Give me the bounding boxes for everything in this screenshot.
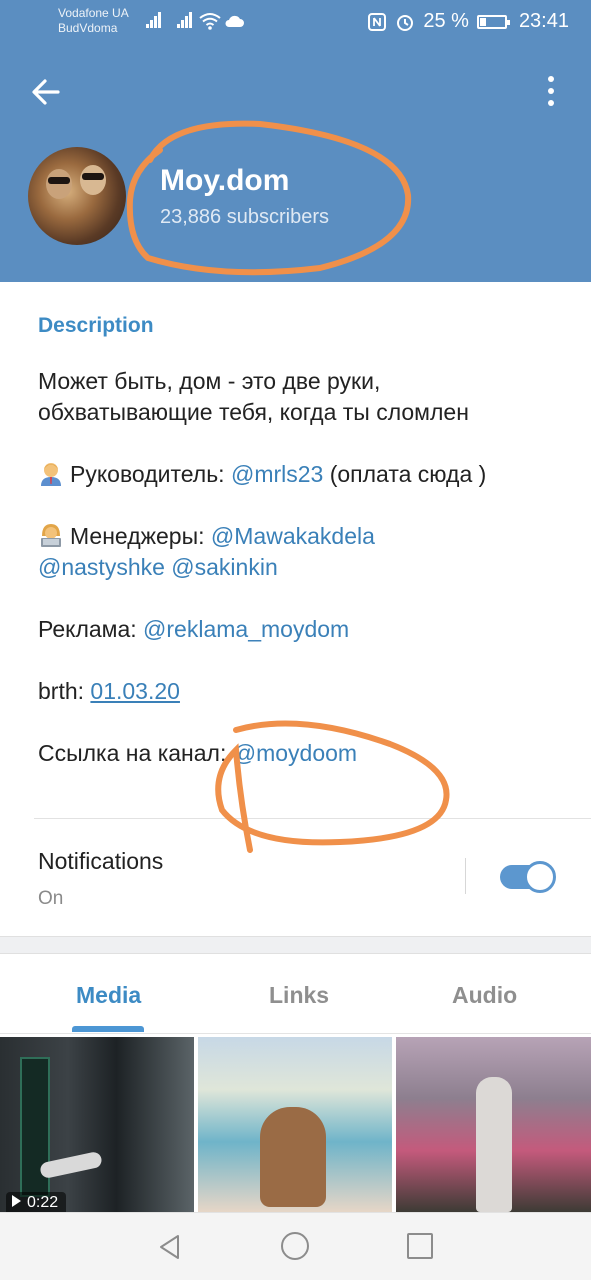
leader-tail: (оплата сюда ) [323, 461, 487, 487]
video-duration-text: 0:22 [27, 1194, 59, 1211]
managers-label: Менеджеры: [70, 523, 211, 549]
technologist-emoji-icon [38, 522, 64, 548]
channel-avatar[interactable] [28, 147, 126, 245]
notifications-title[interactable]: Notifications [38, 848, 163, 875]
cloud-icon [225, 15, 244, 27]
channel-title: Moy.dom [160, 164, 290, 197]
video-duration: 0:22 [6, 1192, 67, 1212]
alarm-icon [397, 14, 414, 31]
status-right: 25 % 23:41 [367, 10, 569, 33]
signal-icon-2 [177, 12, 193, 28]
shared-media-tabs: Media Links Audio [0, 954, 591, 1034]
managers-line: Менеджеры: @Mawakakdela @nastyshke @saki… [38, 521, 558, 583]
play-icon [12, 1195, 21, 1207]
carrier-name: Vodafone UA [58, 6, 129, 20]
ads-label: Реклама: [38, 616, 144, 642]
description-title: Description [38, 314, 154, 337]
circle-home-icon[interactable] [281, 1232, 309, 1260]
channel-info: Description Может быть, дом - это две ру… [0, 282, 591, 936]
media-thumbnail-photo[interactable] [198, 1037, 392, 1212]
manager-link-3[interactable]: @sakinkin [171, 554, 277, 580]
carrier-secondary: BudVdoma [58, 21, 118, 35]
battery-percent: 25 % [423, 10, 469, 32]
arrow-left-icon[interactable] [28, 74, 64, 110]
brth-line: brth: 01.03.20 [38, 676, 558, 707]
subscriber-count: 23,886 subscribers [160, 206, 329, 228]
ads-line: Реклама: @reklama_moydom [38, 614, 558, 645]
notifications-toggle[interactable] [500, 861, 556, 893]
manager-link-2[interactable]: @nastyshke [38, 554, 165, 580]
signal-icon [146, 12, 162, 28]
status-bar: Vodafone UA BudVdoma 25 % 23:41 [0, 0, 591, 44]
ads-link[interactable]: @reklama_moydom [143, 616, 349, 642]
leader-line: Руководитель: @mrls23 (оплата сюда ) [38, 459, 558, 490]
battery-icon [476, 14, 510, 29]
leader-link[interactable]: @mrls23 [231, 461, 323, 487]
vertical-separator [465, 858, 466, 894]
description-line: Может быть, дом - это две руки, обхватыв… [38, 368, 469, 425]
square-recents-icon[interactable] [407, 1233, 433, 1259]
triangle-back-icon[interactable] [156, 1233, 184, 1261]
media-thumbnail-photo[interactable] [396, 1037, 591, 1212]
tab-indicator [72, 1026, 144, 1032]
more-vertical-icon[interactable] [545, 74, 557, 108]
system-nav-bar [0, 1212, 591, 1280]
nfc-icon [368, 12, 387, 31]
tab-media[interactable]: Media [76, 982, 141, 1009]
leader-label: Руководитель: [70, 461, 231, 487]
channel-header: Moy.dom 23,886 subscribers [0, 44, 591, 282]
brth-label: brth: [38, 678, 91, 704]
wifi-icon [199, 13, 221, 30]
divider [34, 818, 591, 819]
tab-audio[interactable]: Audio [452, 982, 517, 1009]
manager-link-1[interactable]: @Mawakakdela [211, 523, 375, 549]
channel-link-line: Ссылка на канал: @moydoom [38, 738, 558, 769]
clock: 23:41 [518, 10, 569, 32]
notifications-state: On [38, 888, 64, 909]
office-worker-emoji-icon [38, 460, 64, 486]
channel-link-label: Ссылка на канал: [38, 740, 233, 766]
section-gap [0, 936, 591, 954]
tab-links[interactable]: Links [269, 982, 329, 1009]
channel-link[interactable]: @moydoom [233, 740, 357, 766]
media-thumbnail-video[interactable]: 0:22 [0, 1037, 194, 1212]
brth-date-link[interactable]: 01.03.20 [90, 678, 180, 704]
description-text: Может быть, дом - это две руки, обхватыв… [38, 366, 558, 800]
carrier-info: Vodafone UA BudVdoma [58, 6, 129, 36]
